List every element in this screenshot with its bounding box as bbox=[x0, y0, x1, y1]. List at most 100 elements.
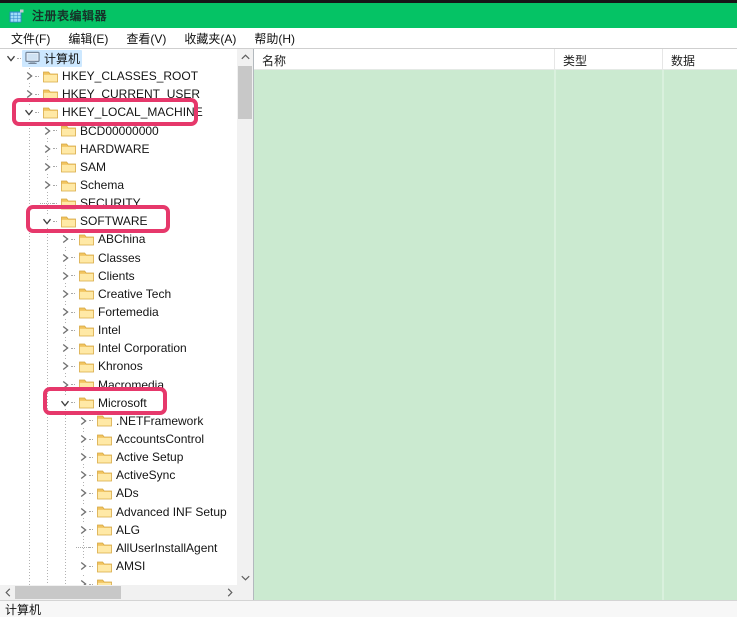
tree-item-target[interactable]: BCD00000000 bbox=[58, 124, 161, 138]
tree-item-target[interactable]: HKEY_CURRENT_USER bbox=[40, 87, 202, 101]
tree-item-schema[interactable]: Schema bbox=[0, 176, 237, 194]
vertical-scrollbar-thumb[interactable] bbox=[238, 66, 252, 119]
tree-item-target[interactable]: Intel bbox=[76, 323, 123, 337]
tree-item-target[interactable]: ADs bbox=[94, 486, 141, 500]
tree-expander[interactable] bbox=[40, 124, 53, 137]
tree-item-target[interactable]: Microsoft bbox=[76, 396, 149, 410]
tree-item-target[interactable]: Advanced INF Setup bbox=[94, 505, 229, 519]
tree-item-ads[interactable]: ADs bbox=[0, 484, 237, 502]
tree-expander[interactable] bbox=[76, 578, 89, 585]
tree-item-target[interactable]: AccountsControl bbox=[94, 432, 206, 446]
menu-view[interactable]: 查看(V) bbox=[117, 28, 175, 49]
tree-expander[interactable] bbox=[58, 324, 71, 337]
tree-item-macromedia[interactable]: Macromedia bbox=[0, 376, 237, 394]
tree-expander[interactable] bbox=[58, 287, 71, 300]
tree-expander[interactable] bbox=[58, 251, 71, 264]
tree-item-abchina[interactable]: ABChina bbox=[0, 230, 237, 248]
tree-item-target[interactable]: SECURITY bbox=[58, 196, 143, 210]
tree-vertical-scrollbar[interactable] bbox=[237, 49, 253, 585]
scroll-right-icon[interactable] bbox=[222, 585, 237, 600]
tree-item-target[interactable]: AMSI bbox=[94, 559, 147, 573]
tree-item-software[interactable]: SOFTWARE bbox=[0, 212, 237, 230]
scroll-up-icon[interactable] bbox=[237, 49, 253, 64]
tree-item-target[interactable]: SOFTWARE bbox=[58, 214, 150, 228]
tree-expander[interactable] bbox=[4, 52, 17, 65]
tree-item-target[interactable]: AllUserInstallAgent bbox=[94, 541, 219, 555]
tree-expander[interactable] bbox=[22, 70, 35, 83]
tree-item-target[interactable]: Khronos bbox=[76, 359, 145, 373]
tree-item-amsi[interactable]: AMSI bbox=[0, 557, 237, 575]
tree-expander[interactable] bbox=[40, 215, 53, 228]
tree-expander[interactable] bbox=[76, 523, 89, 536]
tree-item-khronos[interactable]: Khronos bbox=[0, 357, 237, 375]
tree-item-netframework[interactable]: .NETFramework bbox=[0, 412, 237, 430]
tree-expander[interactable] bbox=[22, 88, 35, 101]
tree-expander[interactable] bbox=[58, 342, 71, 355]
tree-item-target[interactable]: .NETFramework bbox=[94, 414, 205, 428]
tree-expander[interactable] bbox=[58, 233, 71, 246]
column-header-data[interactable]: 数据 bbox=[663, 49, 737, 69]
tree-item-computer[interactable]: 计算机 bbox=[0, 49, 237, 67]
tree-item-target[interactable]: Fortemedia bbox=[76, 305, 161, 319]
scroll-left-icon[interactable] bbox=[0, 585, 15, 600]
tree-item-target[interactable]: ABChina bbox=[76, 232, 147, 246]
tree-expander[interactable] bbox=[76, 505, 89, 518]
tree-item-target[interactable]: Classes bbox=[76, 251, 143, 265]
tree-expander[interactable] bbox=[58, 360, 71, 373]
tree-item-alluserinstallagent[interactable]: AllUserInstallAgent bbox=[0, 539, 237, 557]
tree-expander[interactable] bbox=[58, 306, 71, 319]
tree-expander[interactable] bbox=[76, 487, 89, 500]
tree-item-target[interactable]: Active Setup bbox=[94, 450, 185, 464]
tree-expander[interactable] bbox=[76, 451, 89, 464]
tree-item-target[interactable]: SAM bbox=[58, 160, 108, 174]
tree-item-clients[interactable]: Clients bbox=[0, 267, 237, 285]
tree-expander[interactable] bbox=[76, 469, 89, 482]
tree-item-hkey-current-user[interactable]: HKEY_CURRENT_USER bbox=[0, 85, 237, 103]
tree-item-activesync[interactable]: ActiveSync bbox=[0, 466, 237, 484]
tree-item-hkey-classes-root[interactable]: HKEY_CLASSES_ROOT bbox=[0, 67, 237, 85]
tree-item-intel[interactable]: Intel bbox=[0, 321, 237, 339]
tree-horizontal-scrollbar[interactable] bbox=[0, 585, 237, 600]
tree-item-partial-row[interactable] bbox=[0, 575, 237, 585]
tree-item-advanced-inf-setup[interactable]: Advanced INF Setup bbox=[0, 503, 237, 521]
menu-edit[interactable]: 编辑(E) bbox=[59, 28, 117, 49]
tree-expander[interactable] bbox=[40, 142, 53, 155]
tree-expander[interactable] bbox=[58, 396, 71, 409]
tree-item-target[interactable]: HARDWARE bbox=[58, 142, 152, 156]
tree-item-hkey-local-machine[interactable]: HKEY_LOCAL_MACHINE bbox=[0, 103, 237, 121]
tree-item-target[interactable]: Intel Corporation bbox=[76, 341, 189, 355]
tree-item-target[interactable]: ActiveSync bbox=[94, 468, 177, 482]
list-body-empty[interactable] bbox=[254, 70, 737, 600]
tree-item-accountscontrol[interactable]: AccountsControl bbox=[0, 430, 237, 448]
menu-file[interactable]: 文件(F) bbox=[2, 28, 59, 49]
tree-item-classes[interactable]: Classes bbox=[0, 249, 237, 267]
menu-favorites[interactable]: 收藏夹(A) bbox=[175, 28, 245, 49]
tree-item-target[interactable] bbox=[94, 577, 118, 585]
tree-item-active-setup[interactable]: Active Setup bbox=[0, 448, 237, 466]
tree-item-security[interactable]: SECURITY bbox=[0, 194, 237, 212]
tree-item-alg[interactable]: ALG bbox=[0, 521, 237, 539]
tree-item-hardware[interactable]: HARDWARE bbox=[0, 140, 237, 158]
tree-item-target[interactable]: Schema bbox=[58, 178, 126, 192]
title-bar[interactable]: 注册表编辑器 bbox=[0, 3, 737, 28]
tree-expander[interactable] bbox=[76, 560, 89, 573]
tree-expander[interactable] bbox=[58, 269, 71, 282]
menu-help[interactable]: 帮助(H) bbox=[245, 28, 304, 49]
tree-item-intel-corporation[interactable]: Intel Corporation bbox=[0, 339, 237, 357]
tree-item-microsoft[interactable]: Microsoft bbox=[0, 394, 237, 412]
tree-item-target[interactable]: Clients bbox=[76, 269, 137, 283]
tree-expander[interactable] bbox=[76, 433, 89, 446]
tree-item-target[interactable]: ALG bbox=[94, 523, 142, 537]
tree-expander[interactable] bbox=[22, 106, 35, 119]
tree-item-target[interactable]: 计算机 bbox=[22, 50, 82, 67]
horizontal-scrollbar-thumb[interactable] bbox=[15, 586, 121, 599]
tree-expander[interactable] bbox=[58, 378, 71, 391]
tree-expander[interactable] bbox=[40, 160, 53, 173]
tree-item-creative-tech[interactable]: Creative Tech bbox=[0, 285, 237, 303]
tree-item-target[interactable]: HKEY_LOCAL_MACHINE bbox=[40, 105, 205, 119]
tree-item-sam[interactable]: SAM bbox=[0, 158, 237, 176]
column-header-type[interactable]: 类型 bbox=[555, 49, 663, 69]
tree-item-bcd00000000[interactable]: BCD00000000 bbox=[0, 122, 237, 140]
tree-item-target[interactable]: HKEY_CLASSES_ROOT bbox=[40, 69, 200, 83]
tree-item-target[interactable]: Creative Tech bbox=[76, 287, 173, 301]
